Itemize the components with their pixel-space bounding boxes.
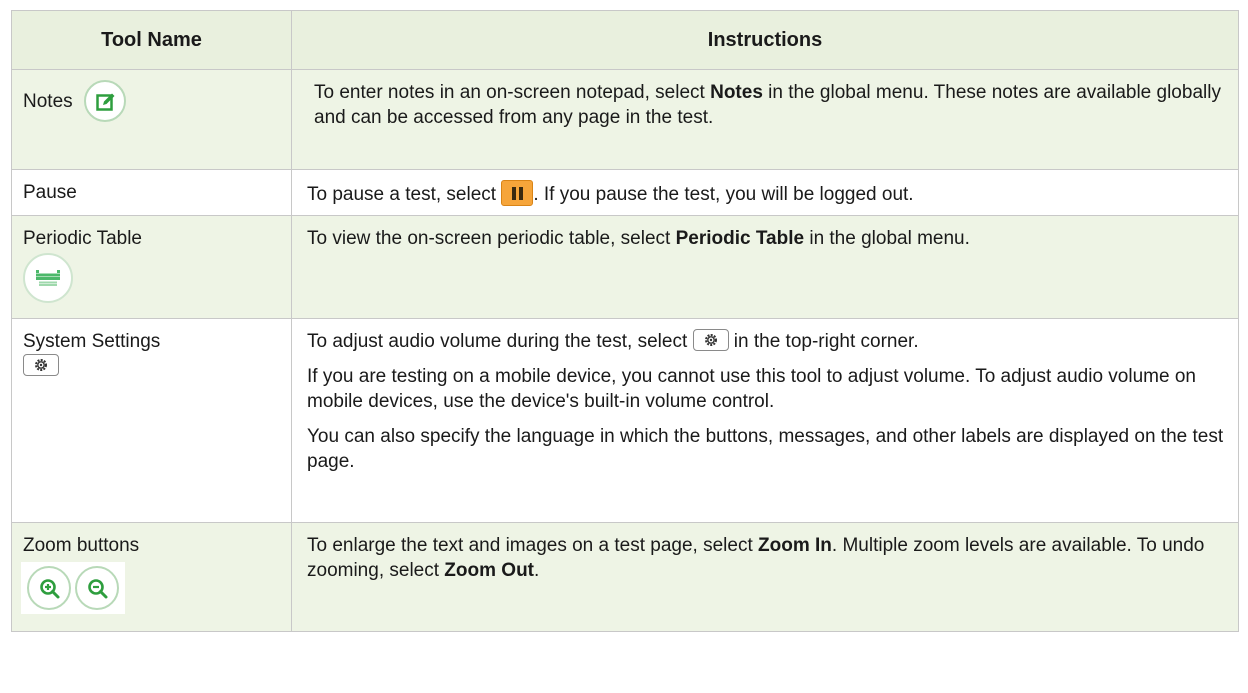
instruction-text: To view the on-screen periodic table, se…	[307, 228, 970, 249]
instructions-cell-system-settings: To adjust audio volume during the test, …	[291, 318, 1239, 523]
instructions-cell-periodic-table: To view the on-screen periodic table, se…	[291, 215, 1239, 319]
zoom-in-icon	[27, 566, 71, 610]
instruction-text: To adjust audio volume during the test, …	[307, 329, 919, 352]
column-header-instructions: Instructions	[291, 10, 1239, 70]
tool-cell-zoom-buttons: Zoom buttons	[11, 522, 292, 632]
instructions-cell-notes: To enter notes in an on-screen notepad, …	[291, 69, 1239, 170]
instruction-text: To enter notes in an on-screen notepad, …	[314, 82, 1221, 128]
table-row-zoom-buttons: Zoom buttons To enlarge the text and ima…	[11, 522, 1239, 632]
instruction-text: You can also specify the language in whi…	[307, 426, 1224, 472]
tool-cell-notes: Notes	[11, 69, 292, 170]
tool-cell-pause: Pause	[11, 169, 292, 216]
column-header-tool-name: Tool Name	[11, 10, 292, 70]
table-row-pause: Pause To pause a test, select . If you p…	[11, 169, 1239, 216]
instruction-text: To enlarge the text and images on a test…	[307, 535, 1205, 581]
notes-icon	[83, 80, 126, 122]
table-header-row: Tool Name Instructions	[11, 10, 1239, 70]
table-row-notes: Notes To enter notes in an on-screen not…	[11, 69, 1239, 170]
instructions-cell-zoom-buttons: To enlarge the text and images on a test…	[291, 522, 1239, 632]
tool-name-zoom-buttons: Zoom buttons	[23, 535, 140, 556]
pause-icon	[501, 180, 534, 206]
zoom-out-icon	[75, 566, 119, 610]
tool-name-notes: Notes	[23, 90, 73, 112]
tool-cell-system-settings: System Settings	[11, 318, 292, 523]
periodic-table-icon	[23, 253, 73, 303]
tool-name-system-settings: System Settings	[23, 331, 161, 352]
instruction-text: If you are testing on a mobile device, y…	[307, 366, 1196, 412]
table-row-system-settings: System Settings To adjust audio volume d…	[11, 318, 1239, 523]
table-row-periodic-table: Periodic Table To view the on-screen per…	[11, 215, 1239, 319]
instructions-cell-pause: To pause a test, select . If you pause t…	[291, 169, 1239, 216]
tool-cell-periodic-table: Periodic Table	[11, 215, 292, 319]
gear-icon	[692, 329, 729, 351]
tools-table: Tool Name Instructions Notes To enter no…	[11, 10, 1239, 632]
tool-name-pause: Pause	[23, 182, 77, 203]
zoom-icons	[21, 562, 125, 614]
gear-icon	[23, 354, 59, 376]
tool-name-periodic-table: Periodic Table	[23, 228, 143, 249]
instruction-text: To pause a test, select . If you pause t…	[307, 180, 1224, 207]
